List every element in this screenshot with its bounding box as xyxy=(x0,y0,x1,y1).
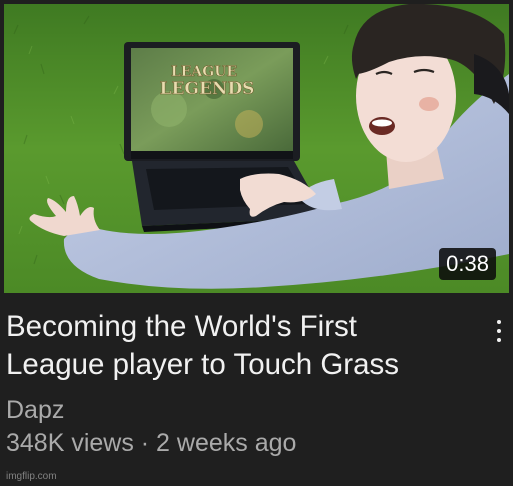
video-title-line-1: Becoming the World's First xyxy=(6,310,358,343)
menu-dot xyxy=(497,320,501,324)
video-thumbnail[interactable]: LEAGUE LEGENDS 0:38 xyxy=(4,4,509,293)
svg-text:LEGENDS: LEGENDS xyxy=(160,79,255,99)
watermark: imgflip.com xyxy=(6,471,57,482)
laptop-icon: LEAGUE LEGENDS xyxy=(124,42,328,232)
video-card[interactable]: LEAGUE LEGENDS 0:38 Becoming the World's… xyxy=(0,0,513,486)
channel-name[interactable]: Dapz xyxy=(6,394,476,426)
video-title[interactable]: Becoming the World's First League player… xyxy=(6,308,476,384)
svg-text:LEAGUE: LEAGUE xyxy=(171,64,237,80)
video-metadata: Becoming the World's First League player… xyxy=(6,308,476,460)
duration-badge: 0:38 xyxy=(439,248,496,280)
video-title-line-2: League player to Touch Grass xyxy=(6,348,400,381)
more-vert-icon[interactable] xyxy=(491,320,507,350)
menu-dot xyxy=(497,329,501,333)
view-count-and-date: 348K views · 2 weeks ago xyxy=(6,429,297,457)
menu-dot xyxy=(497,338,501,342)
thumbnail-image: LEAGUE LEGENDS xyxy=(4,4,509,293)
